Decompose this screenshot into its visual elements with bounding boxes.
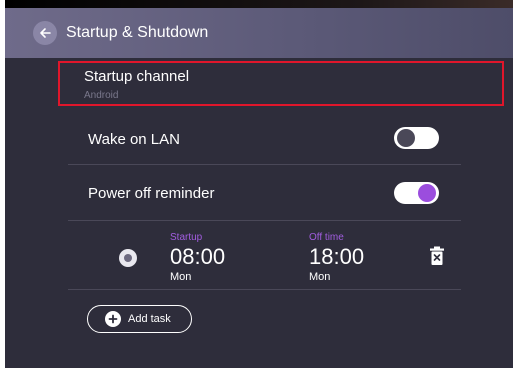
startup-channel-label: Startup channel [84,68,190,85]
arrow-left-icon [40,28,51,38]
startup-channel-value: Android [84,90,119,101]
wake-on-lan-toggle[interactable] [394,127,439,149]
plus-circle-icon [105,311,121,327]
toggle-knob [418,184,436,202]
divider [68,289,461,290]
off-day: Mon [309,271,331,283]
startup-label: Startup [170,232,203,243]
startup-channel-row[interactable]: Startup channel Android [58,61,504,106]
toggle-knob [397,129,415,147]
power-off-reminder-label: Power off reminder [88,185,215,202]
add-task-button[interactable]: Add task [87,305,192,333]
app-header: Startup & Shutdown [5,8,513,58]
off-time-label: Off time [309,232,344,243]
wake-on-lan-label: Wake on LAN [88,131,180,148]
trash-icon [430,246,444,265]
delete-task-button[interactable] [429,246,445,266]
top-bezel [5,0,513,8]
divider [68,220,461,221]
divider [68,164,461,165]
off-time[interactable]: 18:00 [309,244,364,270]
startup-day: Mon [170,271,192,283]
add-task-label: Add task [128,313,171,325]
radio-dot [124,254,132,262]
task-radio[interactable] [119,249,137,267]
power-off-reminder-toggle[interactable] [394,182,439,204]
back-button[interactable] [33,21,57,45]
page-title: Startup & Shutdown [66,24,209,41]
settings-screen: Startup & Shutdown Startup channel Andro… [5,0,513,368]
startup-time[interactable]: 08:00 [170,244,225,270]
